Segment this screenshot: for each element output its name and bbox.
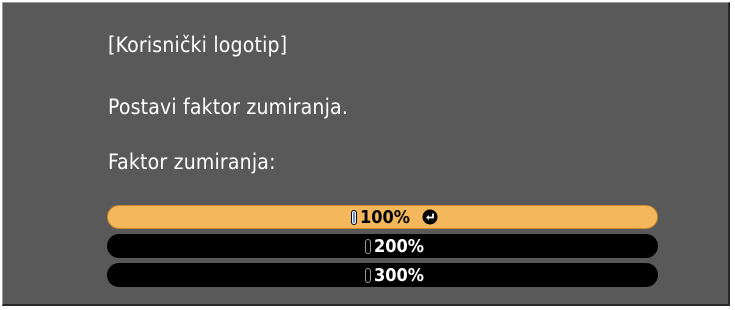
zoom-option-300[interactable]: 300% (107, 263, 658, 287)
radio-unselected-icon (364, 267, 371, 283)
zoom-option-content: 200% (364, 235, 425, 257)
zoom-option-content: 100% (350, 206, 438, 228)
zoom-factor-label: Faktor zumiranja: (108, 150, 276, 174)
zoom-option-200[interactable]: 200% (107, 234, 658, 258)
zoom-option-100[interactable]: 100% (107, 205, 658, 229)
menu-title: [Korisnički logotip] (108, 33, 288, 57)
zoom-option-content: 300% (364, 264, 425, 286)
radio-unselected-icon (364, 238, 371, 254)
zoom-option-label: 200% (373, 235, 425, 257)
instruction-text: Postavi faktor zumiranja. (108, 95, 349, 119)
enter-icon (422, 209, 438, 225)
zoom-option-label: 300% (373, 264, 425, 286)
zoom-options-list: 100% 200% 300% (107, 205, 658, 292)
radio-selected-icon (350, 209, 357, 225)
projector-menu-screen: [Korisnički logotip] Postavi faktor zumi… (2, 2, 730, 306)
zoom-option-label: 100% (359, 206, 411, 228)
